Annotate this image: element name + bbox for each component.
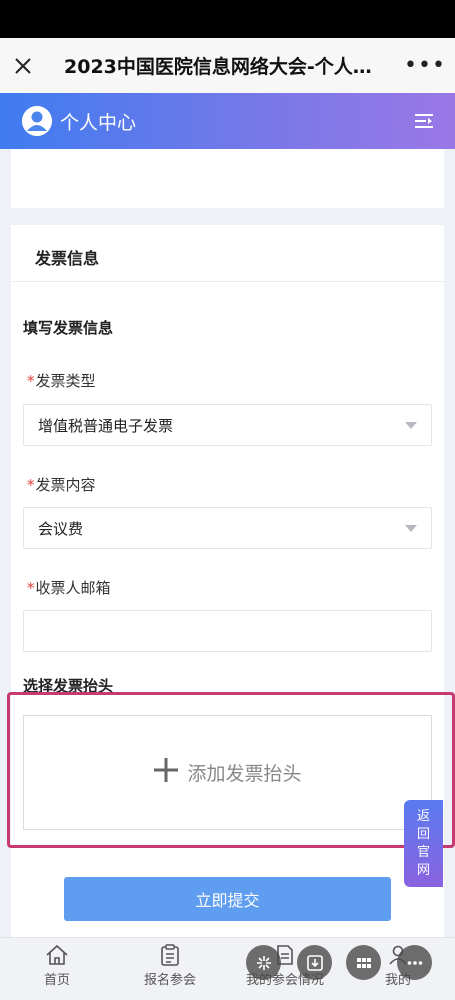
menu-icon[interactable] [415,112,433,130]
recipient-email-label: *收票人邮箱 [27,577,111,598]
page-title: 2023中国医院信息网络大会-个人… [64,56,372,78]
chevron-down-icon [405,524,417,532]
back-to-website-button[interactable]: 返 回 官 网 [404,800,443,887]
avatar[interactable] [22,106,52,136]
bottom-tab-bar: 首页 报名参会 我的参会情况 我的 [0,937,455,1000]
download-icon[interactable] [297,945,332,980]
required-mark: * [27,579,35,597]
invoice-type-value: 增值税普通电子发票 [38,416,174,435]
back-tab-char: 回 [416,826,430,842]
invoice-type-label: *发票类型 [27,370,96,391]
invoice-content-label: *发票内容 [27,474,96,495]
invoice-header-heading: 选择发票抬头 [23,677,114,695]
home-icon [46,944,68,965]
recipient-email-label-text: 收票人邮箱 [35,579,111,597]
back-tab-char: 返 [416,808,430,824]
grid-icon[interactable] [346,945,381,980]
previous-card [11,149,444,208]
fill-invoice-heading: 填写发票信息 [23,319,114,337]
plus-icon [153,757,179,789]
invoice-card: 发票信息 填写发票信息 *发票类型 增值税普通电子发票 *发票内容 会议费 *收… [11,225,444,945]
divider [11,281,444,282]
more-options-button[interactable]: ••• [395,38,455,93]
browser-top-bar: 2023中国医院信息网络大会-个人… ••• [0,38,455,93]
invoice-content-select[interactable]: 会议费 [23,507,432,549]
tab-register[interactable]: 报名参会 [125,944,215,988]
required-mark: * [27,476,35,494]
invoice-type-select[interactable]: 增值税普通电子发票 [23,404,432,446]
add-invoice-header-button[interactable]: 添加发票抬头 [23,715,432,830]
close-icon[interactable] [0,38,46,93]
invoice-content-label-text: 发票内容 [35,476,96,494]
back-tab-char: 官 [416,844,430,860]
invoice-content-value: 会议费 [38,519,84,538]
recipient-email-field[interactable] [23,610,432,652]
tab-home[interactable]: 首页 [12,944,102,988]
section-title: 发票信息 [35,249,100,268]
tab-label: 首页 [43,973,70,988]
app-header: 个人中心 [0,93,455,149]
chevron-down-icon [405,421,417,429]
invoice-type-label-text: 发票类型 [35,372,96,390]
submit-button[interactable]: 立即提交 [64,877,391,921]
app-title: 个人中心 [60,111,137,134]
clipboard-icon [161,944,179,966]
status-bar [0,0,455,38]
add-invoice-header-label: 添加发票抬头 [187,763,302,785]
required-mark: * [27,372,35,390]
sparkle-icon[interactable] [246,945,281,980]
more-icon[interactable] [397,945,432,980]
tab-label: 报名参会 [143,973,196,988]
back-tab-char: 网 [416,862,430,878]
